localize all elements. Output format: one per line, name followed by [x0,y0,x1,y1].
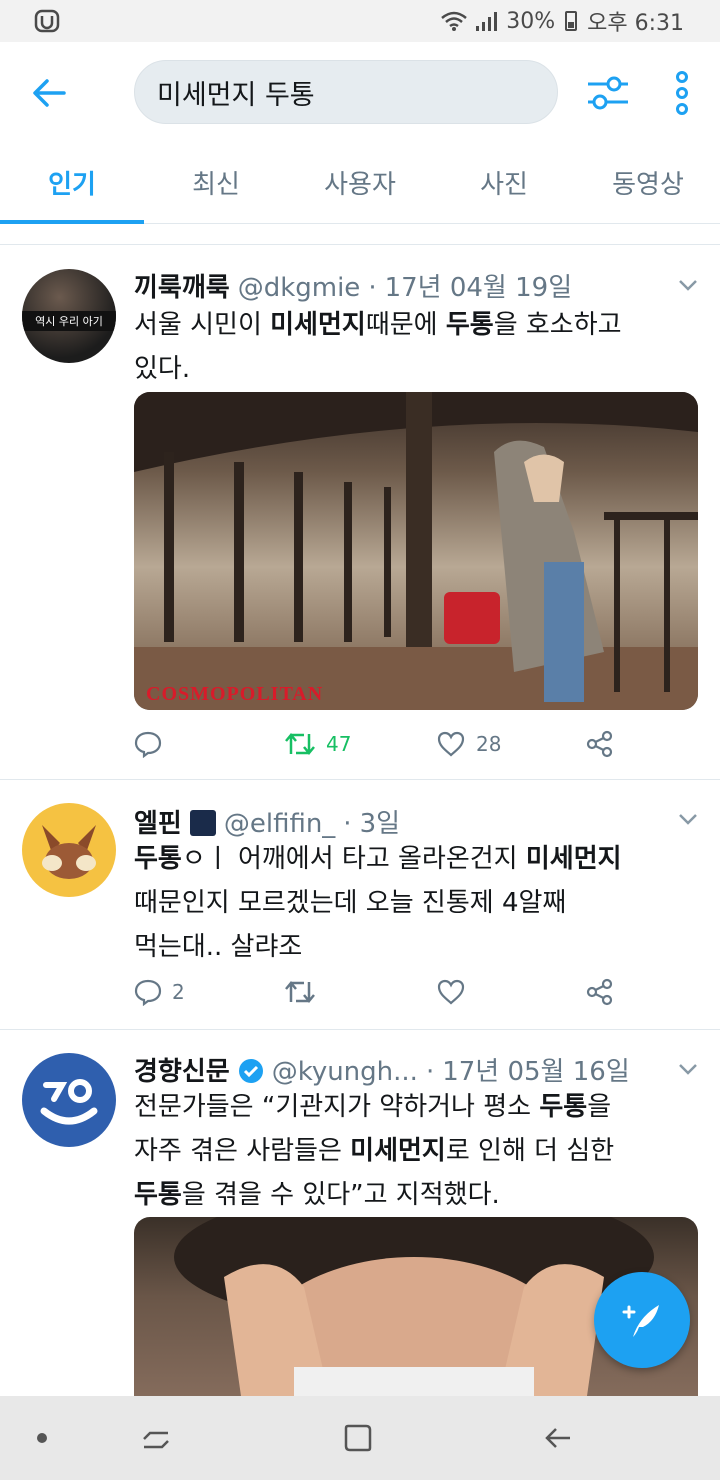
battery-percent: 30% [506,8,556,34]
reply-button[interactable] [134,730,162,758]
tweet-text: 서울 시민이 미세먼지때문에 두통을 호소하고 있다. [134,310,622,384]
home-icon [344,1424,372,1452]
tweet[interactable]: 역시 우리 아기 끼룩깨룩 @dkgmie · 17년 04월 19일 서울 시… [0,245,720,780]
retweet-button[interactable]: 47 [284,730,351,758]
tweet-text: 전문가들은 “기관지가 약하거나 평소 두통을 자주 겪은 사람들은 미세먼지로… [134,1092,615,1210]
more-vertical-icon [676,71,688,115]
fireworks-emoji-icon [189,810,216,836]
dot-icon [37,1433,47,1443]
system-nav-bar [0,1396,720,1480]
tab-users[interactable]: 사용자 [288,142,432,223]
tweet-photo[interactable]: COSMOPOLITAN [134,392,698,710]
kyunghyang-logo-icon [40,1079,98,1125]
user-name[interactable]: 끼룩깨룩 [134,267,230,304]
tweet-header: 끼룩깨룩 @dkgmie · 17년 04월 19일 [134,267,670,304]
search-header: 미세먼지 두통 [0,42,720,142]
arrow-left-icon [33,79,66,107]
like-button[interactable] [436,978,466,1006]
chevron-down-icon[interactable] [676,807,700,831]
share-icon [586,978,613,1006]
tweet-text: 두통ㅇㅣ 어깨에서 타고 올라온건지 미세먼지 때문인지 모르겠는데 오늘 진통… [134,844,622,962]
nav-home-button[interactable] [336,1416,380,1460]
chevron-down-icon[interactable] [676,1057,700,1081]
tweet-date: 17년 04월 19일 [384,273,573,303]
compose-tweet-button[interactable] [594,1272,690,1368]
separator-dot: · [368,273,377,303]
like-button[interactable]: 28 [436,730,501,758]
user-handle[interactable]: @dkgmie [238,273,361,303]
avatar[interactable] [22,803,116,897]
battery-icon [565,11,578,31]
more-options-button[interactable] [664,70,700,116]
separator-dot: · [343,809,352,839]
back-button[interactable] [26,70,72,116]
tweet-date: 17년 05월 16일 [442,1057,630,1087]
avatar[interactable] [22,1053,116,1147]
reply-button[interactable]: 2 [134,978,185,1006]
tab-popular[interactable]: 인기 [0,142,144,224]
tweet-date: 3일 [359,809,401,839]
search-tabs: 인기 최신 사용자 사진 동영상 [0,142,720,224]
tweet-actions: 47 28 [134,730,614,764]
app-notification-icon [34,9,60,33]
photo-watermark: COSMOPOLITAN [146,683,324,705]
tweet-header: 경향신문 @kyungh... · 17년 05월 16일 [134,1051,670,1088]
reply-icon [134,979,162,1006]
signal-icon [476,12,498,31]
heart-icon [437,731,465,757]
photo-scene [134,392,698,710]
like-count: 28 [476,732,502,756]
tab-videos[interactable]: 동영상 [576,142,720,223]
share-icon [586,730,613,758]
separator-dot: · [425,1057,435,1087]
status-bar: 30% 오후 6:31 [0,0,720,42]
reply-icon [134,731,162,758]
avatar-eevee-image [42,825,96,879]
user-name[interactable]: 경향신문 [134,1051,230,1088]
retweet-count: 47 [326,732,352,756]
tweet-actions: 2 [134,978,614,1012]
filter-button[interactable] [584,70,632,116]
avatar-caption: 역시 우리 아기 [22,311,116,331]
wifi-icon [441,11,468,31]
search-query: 미세먼지 두통 [157,79,315,111]
avatar[interactable]: 역시 우리 아기 [22,269,116,363]
filter-sliders-icon [588,76,628,110]
tab-photos[interactable]: 사진 [432,142,576,223]
verified-badge-icon [238,1059,263,1083]
nav-recents-button[interactable] [134,1416,178,1460]
tweet-header: 엘핀 @elfifin_ · 3일 [134,803,670,840]
search-input[interactable]: 미세먼지 두통 [134,60,558,124]
reply-count: 2 [172,980,185,1004]
retweet-button[interactable] [284,978,316,1006]
back-icon [545,1428,570,1448]
chevron-down-icon[interactable] [676,273,700,297]
recents-icon [143,1431,169,1449]
share-button[interactable] [586,978,614,1006]
heart-icon [437,979,465,1005]
user-name[interactable]: 엘핀 [134,803,182,840]
nav-dot-button[interactable] [20,1416,64,1460]
user-handle[interactable]: @elfifin_ [224,809,335,839]
retweet-icon [285,733,315,755]
status-time: 오후 6:31 [587,11,684,36]
tweet[interactable]: 엘핀 @elfifin_ · 3일 두통ㅇㅣ 어깨에서 타고 올라온건지 미세먼… [0,781,720,1030]
compose-tweet-icon [622,1305,659,1337]
tab-latest[interactable]: 최신 [144,142,288,223]
nav-back-button[interactable] [536,1416,580,1460]
user-handle[interactable]: @kyungh... [272,1057,418,1087]
share-button[interactable] [586,730,614,758]
retweet-icon [285,981,315,1003]
